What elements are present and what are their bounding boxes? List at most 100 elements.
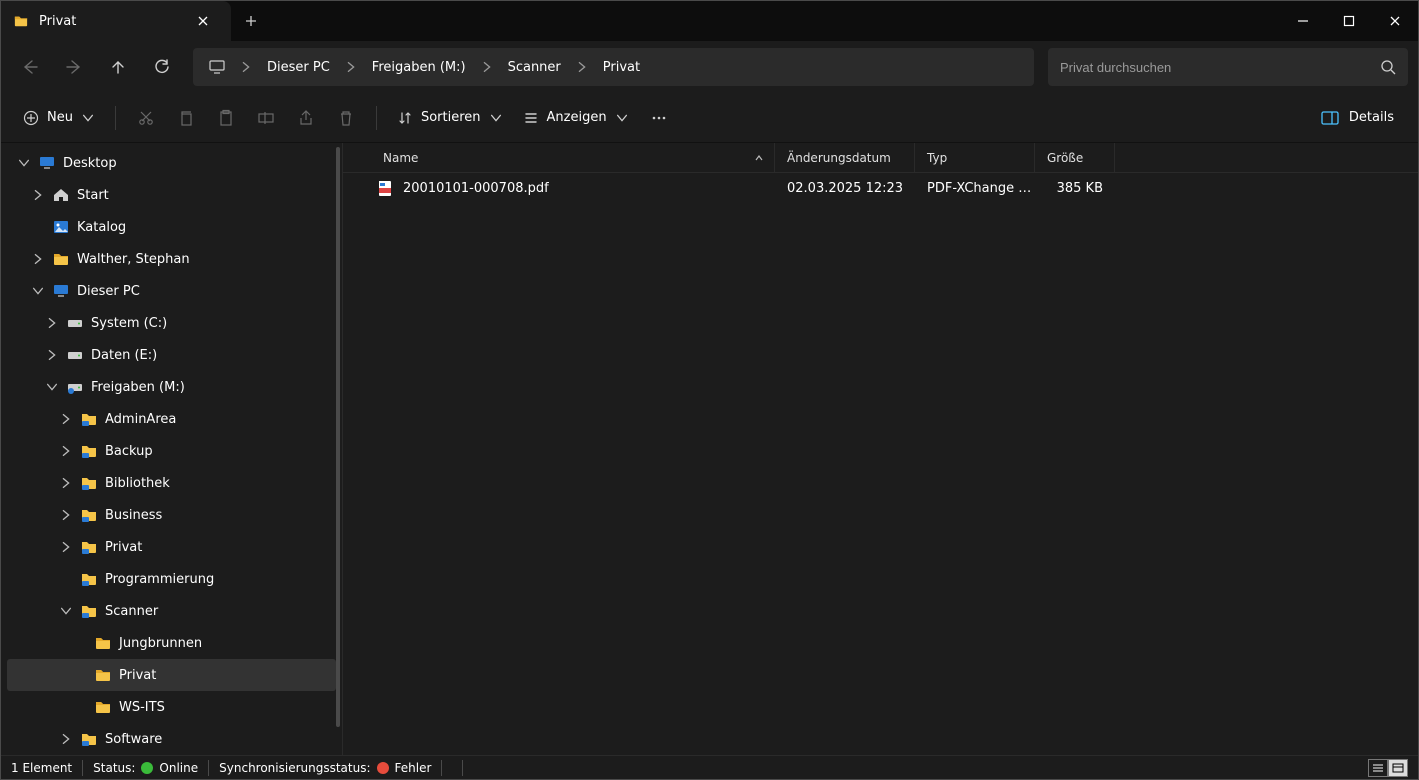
tree-item[interactable]: Software — [1, 723, 342, 755]
drive-icon — [67, 347, 83, 363]
tree-item-label: AdminArea — [105, 412, 176, 427]
chevron-down-icon[interactable] — [45, 380, 59, 394]
chevron-right-icon[interactable] — [31, 188, 45, 202]
new-tab-button[interactable] — [231, 1, 271, 41]
sharefolder-icon — [81, 571, 97, 587]
tree-item-label: Bibliothek — [105, 476, 170, 491]
folder-icon — [95, 635, 111, 651]
paste-icon — [217, 109, 235, 127]
breadcrumb[interactable]: Dieser PC Freigaben (M:) Scanner Privat — [193, 48, 1034, 86]
details-label: Details — [1349, 110, 1394, 125]
breadcrumb-item-1[interactable]: Freigaben (M:) — [362, 48, 476, 86]
rename-icon — [257, 109, 275, 127]
chevron-right-icon[interactable] — [59, 444, 73, 458]
chevron-right-icon[interactable] — [342, 60, 360, 74]
copy-button[interactable] — [168, 101, 204, 135]
tree-item[interactable]: Programmierung — [1, 563, 342, 595]
view-details-button[interactable] — [1388, 759, 1408, 777]
breadcrumb-item-0[interactable]: Dieser PC — [257, 48, 340, 86]
breadcrumb-root[interactable] — [199, 48, 235, 86]
breadcrumb-item-3[interactable]: Privat — [593, 48, 650, 86]
tree-item[interactable]: Privat — [1, 531, 342, 563]
tree-item-label: System (C:) — [91, 316, 167, 331]
maximize-button[interactable] — [1326, 1, 1372, 41]
more-button[interactable] — [641, 101, 677, 135]
details-pane-button[interactable]: Details — [1311, 101, 1404, 135]
col-date[interactable]: Änderungsdatum — [775, 143, 915, 172]
file-type: PDF-XChange Vie... — [915, 181, 1035, 196]
chevron-down-icon[interactable] — [59, 604, 73, 618]
col-name[interactable]: Name — [343, 143, 775, 172]
tree-item[interactable]: Freigaben (M:) — [1, 371, 342, 403]
paste-button[interactable] — [208, 101, 244, 135]
chevron-right-icon[interactable] — [31, 252, 45, 266]
chevron-down-icon[interactable] — [17, 156, 31, 170]
tree-item[interactable]: Walther, Stephan — [1, 243, 342, 275]
nav-forward-button[interactable] — [55, 49, 93, 85]
status-bar: 1 Element Status: Online Synchronisierun… — [1, 755, 1418, 779]
nav-refresh-button[interactable] — [143, 49, 181, 85]
chevron-right-icon[interactable] — [45, 348, 59, 362]
sort-label: Sortieren — [421, 110, 481, 125]
delete-button[interactable] — [328, 101, 364, 135]
tree-item[interactable]: Privat — [7, 659, 336, 691]
tree-item-label: Backup — [105, 444, 153, 459]
chevron-right-icon[interactable] — [573, 60, 591, 74]
tree-item[interactable]: Bibliothek — [1, 467, 342, 499]
view-list-button[interactable] — [1368, 759, 1388, 777]
file-list[interactable]: 20010101-000708.pdf 02.03.2025 12:23 PDF… — [343, 173, 1418, 755]
tab-close-button[interactable] — [189, 7, 217, 35]
nav-up-button[interactable] — [99, 49, 137, 85]
separator — [115, 106, 116, 130]
tree-item[interactable]: System (C:) — [1, 307, 342, 339]
search-box[interactable] — [1048, 48, 1408, 86]
chevron-right-icon[interactable] — [59, 476, 73, 490]
col-date-label: Änderungsdatum — [787, 151, 891, 165]
view-button[interactable]: Anzeigen — [515, 101, 637, 135]
nav-back-button[interactable] — [11, 49, 49, 85]
tree-item[interactable]: Backup — [1, 435, 342, 467]
chevron-right-icon[interactable] — [45, 316, 59, 330]
close-window-button[interactable] — [1372, 1, 1418, 41]
tree-item[interactable]: Katalog — [1, 211, 342, 243]
breadcrumb-label: Privat — [603, 60, 640, 75]
nav-tree[interactable]: DesktopStartKatalogWalther, StephanDiese… — [1, 143, 343, 755]
sort-button[interactable]: Sortieren — [389, 101, 511, 135]
file-area: Name Änderungsdatum Typ Größe 20010101-0… — [343, 143, 1418, 755]
tree-item[interactable]: Desktop — [1, 147, 342, 179]
tab-active[interactable]: Privat — [1, 1, 231, 41]
breadcrumb-item-2[interactable]: Scanner — [498, 48, 571, 86]
tree-item-label: Programmierung — [105, 572, 214, 587]
rename-button[interactable] — [248, 101, 284, 135]
tree-item[interactable]: Business — [1, 499, 342, 531]
chevron-right-icon[interactable] — [478, 60, 496, 74]
chevron-right-icon[interactable] — [59, 412, 73, 426]
chevron-down-icon[interactable] — [31, 284, 45, 298]
tree-item-label: Freigaben (M:) — [91, 380, 185, 395]
tree-item[interactable]: WS-ITS — [1, 691, 342, 723]
tab-title: Privat — [39, 14, 179, 29]
chevron-right-icon[interactable] — [59, 540, 73, 554]
col-size[interactable]: Größe — [1035, 143, 1115, 172]
new-label: Neu — [47, 110, 73, 125]
tree-item[interactable]: Scanner — [1, 595, 342, 627]
chevron-right-icon[interactable] — [59, 508, 73, 522]
status-count: 1 Element — [11, 760, 83, 776]
col-type[interactable]: Typ — [915, 143, 1035, 172]
tree-item[interactable]: AdminArea — [1, 403, 342, 435]
cut-button[interactable] — [128, 101, 164, 135]
minimize-button[interactable] — [1280, 1, 1326, 41]
chevron-right-icon[interactable] — [59, 732, 73, 746]
share-button[interactable] — [288, 101, 324, 135]
sharefolder-icon — [81, 443, 97, 459]
tree-item[interactable]: Jungbrunnen — [1, 627, 342, 659]
pc-icon — [53, 283, 69, 299]
netdrive-icon — [67, 379, 83, 395]
chevron-right-icon[interactable] — [237, 60, 255, 74]
file-row[interactable]: 20010101-000708.pdf 02.03.2025 12:23 PDF… — [343, 173, 1418, 203]
tree-item[interactable]: Daten (E:) — [1, 339, 342, 371]
search-input[interactable] — [1060, 60, 1380, 75]
tree-item[interactable]: Dieser PC — [1, 275, 342, 307]
new-button[interactable]: Neu — [15, 101, 103, 135]
tree-item[interactable]: Start — [1, 179, 342, 211]
